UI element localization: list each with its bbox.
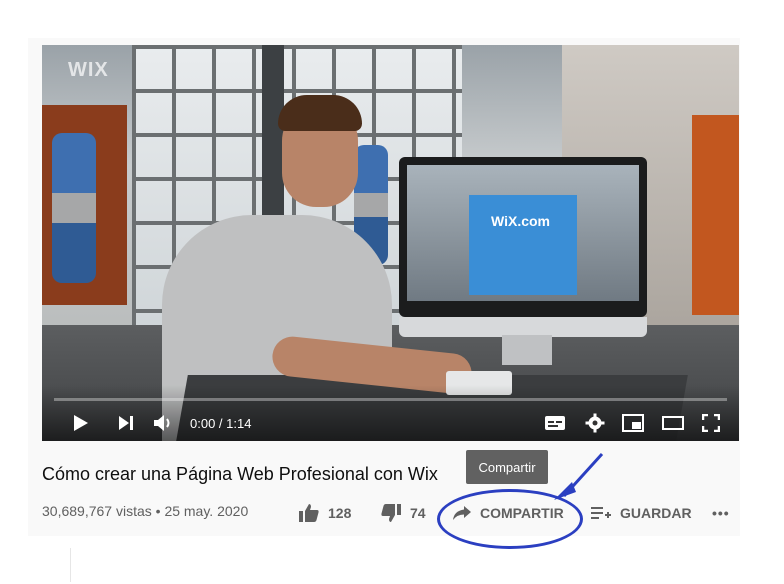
fullscreen-icon <box>702 414 720 432</box>
play-icon <box>74 415 88 431</box>
next-icon <box>119 416 133 430</box>
monitor-card <box>469 195 577 295</box>
punching-bag <box>52 133 96 283</box>
more-actions-button[interactable]: ••• <box>712 501 730 525</box>
tooltip-text: Compartir <box>478 459 536 475</box>
mute-button[interactable] <box>150 411 176 435</box>
video-title: Cómo crear una Página Web Profesional co… <box>42 464 438 484</box>
theater-button[interactable] <box>660 411 686 435</box>
monitor-stand <box>502 335 552 365</box>
upload-date: 25 may. 2020 <box>164 503 249 519</box>
annotation-arrow <box>554 452 604 500</box>
next-button[interactable] <box>114 411 138 435</box>
settings-icon <box>585 413 605 433</box>
monitor-screen: WiX.com <box>407 165 639 301</box>
monitor-chin <box>399 317 647 337</box>
subtitles-icon <box>545 416 565 430</box>
view-count: 30,689,767 vistas <box>42 503 152 519</box>
fullscreen-button[interactable] <box>698 411 724 435</box>
video-meta: 30,689,767 vistas • 25 may. 2020 <box>42 503 248 519</box>
theater-icon <box>662 416 684 430</box>
volume-icon <box>154 415 170 431</box>
channel-watermark: WIX <box>68 59 109 81</box>
like-button[interactable]: 128 <box>298 501 351 525</box>
text-cursor <box>70 548 71 582</box>
meta-separator: • <box>155 503 161 519</box>
settings-button[interactable] <box>582 411 608 435</box>
player-controls: 0:00 / 1:14 <box>42 405 739 441</box>
save-label: GUARDAR <box>620 505 692 521</box>
share-tooltip: Compartir <box>466 450 548 484</box>
dislike-count: 74 <box>410 505 426 521</box>
play-button[interactable] <box>68 411 94 435</box>
presenter-hair <box>278 95 362 131</box>
subtitles-button[interactable] <box>542 411 568 435</box>
like-count: 128 <box>328 505 352 521</box>
dislike-button[interactable]: 74 <box>380 501 426 525</box>
miniplayer-icon <box>622 414 644 432</box>
monitor: WiX.com <box>399 157 647 317</box>
progress-bar[interactable] <box>54 398 727 401</box>
scene-shelf-right <box>692 115 739 315</box>
thumbs-up-icon <box>299 504 319 522</box>
monitor-logo: WiX.com <box>491 213 550 229</box>
playlist-add-icon <box>591 507 611 519</box>
thumbs-down-icon <box>381 504 401 522</box>
time-display: 0:00 / 1:14 <box>190 416 252 431</box>
video-player[interactable]: WiX.com WIX 0:00 / 1:14 <box>42 45 739 441</box>
miniplayer-button[interactable] <box>620 411 646 435</box>
more-icon: ••• <box>712 505 730 521</box>
